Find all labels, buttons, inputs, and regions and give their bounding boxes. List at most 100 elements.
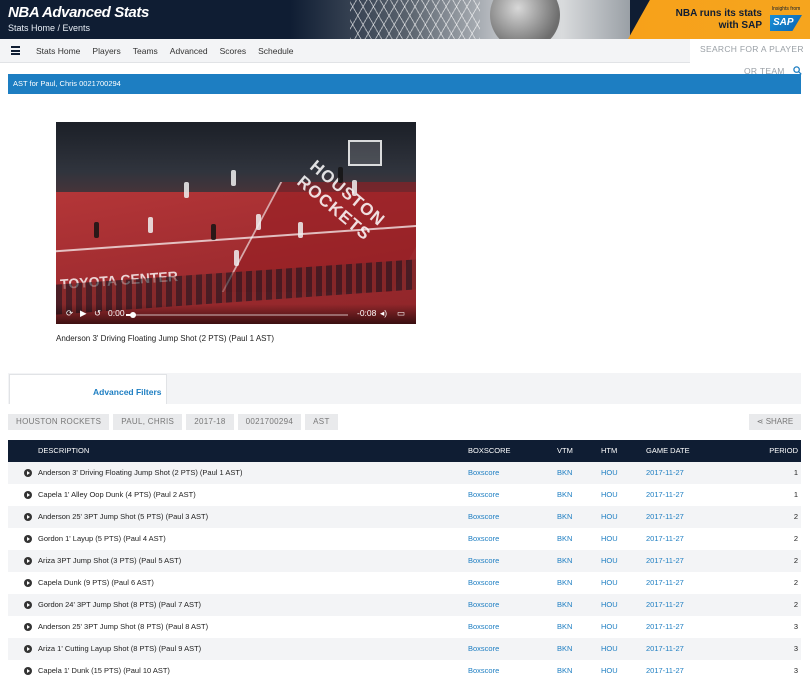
visitor-team-link[interactable]: BKN	[557, 528, 572, 550]
event-description: Anderson 25' 3PT Jump Shot (8 PTS) (Paul…	[38, 622, 209, 631]
home-team-link[interactable]: HOU	[601, 550, 618, 572]
home-team-link[interactable]: HOU	[601, 462, 618, 484]
filter-chip-game-id[interactable]: 0021700294	[237, 414, 302, 430]
hamburger-menu-icon[interactable]	[11, 46, 20, 55]
visitor-team-link[interactable]: BKN	[557, 550, 572, 572]
game-date-link[interactable]: 2017-11-27	[646, 550, 684, 572]
filter-chip-season[interactable]: 2017-18	[186, 414, 234, 430]
site-header: NBA Advanced Stats Stats Home / Events N…	[0, 0, 810, 39]
advanced-filters-tab[interactable]: Advanced Filters	[9, 374, 167, 404]
nav-item-stats-home[interactable]: Stats Home	[30, 39, 86, 63]
header-htm[interactable]: HTM	[601, 440, 617, 462]
nav-item-teams[interactable]: Teams	[127, 39, 164, 63]
share-button[interactable]: ⋖ SHARE	[749, 414, 801, 430]
event-description: Ariza 3PT Jump Shot (3 PTS) (Paul 5 AST)	[38, 556, 182, 565]
header-period[interactable]: PERIOD	[769, 440, 798, 462]
captions-icon[interactable]: ▭	[397, 308, 405, 319]
video-controls: ⟳ ▶ ↺ 0:00 -0:08 ◂) ▭	[56, 304, 416, 324]
visitor-team-link[interactable]: BKN	[557, 616, 572, 638]
event-period: 3	[793, 666, 798, 675]
visitor-team-link[interactable]: BKN	[557, 506, 572, 528]
game-date-link[interactable]: 2017-11-27	[646, 484, 684, 506]
video-frame-player	[211, 224, 216, 240]
filter-chip-player[interactable]: PAUL, CHRIS	[113, 414, 183, 430]
video-frame-player	[148, 217, 153, 233]
header-vtm[interactable]: VTM	[557, 440, 573, 462]
player-search-input[interactable]	[700, 44, 805, 54]
game-date-link[interactable]: 2017-11-27	[646, 594, 684, 616]
play-event-icon[interactable]	[24, 601, 32, 609]
nav-item-players[interactable]: Players	[86, 39, 126, 63]
home-team-link[interactable]: HOU	[601, 528, 618, 550]
visitor-team-link[interactable]: BKN	[557, 638, 572, 660]
game-date-link[interactable]: 2017-11-27	[646, 638, 684, 660]
advanced-filters-label[interactable]: Advanced Filters	[93, 387, 162, 397]
play-event-icon[interactable]	[24, 623, 32, 631]
rewind-icon[interactable]: ↺	[94, 308, 101, 319]
visitor-team-link[interactable]: BKN	[557, 572, 572, 594]
play-event-icon[interactable]	[24, 667, 32, 675]
visitor-team-link[interactable]: BKN	[557, 660, 572, 682]
sap-advertisement[interactable]: NBA runs its stats with SAP Insights fro…	[628, 0, 810, 39]
home-team-link[interactable]: HOU	[601, 484, 618, 506]
boxscore-link[interactable]: Boxscore	[468, 572, 499, 594]
play-event-icon[interactable]	[24, 469, 32, 477]
brand[interactable]: NBA Advanced Stats Stats Home / Events	[8, 4, 149, 34]
play-event-icon[interactable]	[24, 491, 32, 499]
table-row: Capela Dunk (9 PTS) (Paul 6 AST) Boxscore…	[8, 572, 801, 594]
replay-icon[interactable]: ⟳	[66, 308, 73, 319]
visitor-team-link[interactable]: BKN	[557, 484, 572, 506]
video-frame-player	[256, 214, 261, 230]
boxscore-link[interactable]: Boxscore	[468, 616, 499, 638]
boxscore-link[interactable]: Boxscore	[468, 594, 499, 616]
home-team-link[interactable]: HOU	[601, 638, 618, 660]
video-caption: Anderson 3' Driving Floating Jump Shot (…	[56, 334, 275, 343]
boxscore-link[interactable]: Boxscore	[468, 528, 499, 550]
event-period: 2	[793, 512, 798, 521]
play-event-icon[interactable]	[24, 579, 32, 587]
filter-chip-stat[interactable]: AST	[305, 414, 338, 430]
breadcrumb[interactable]: Stats Home / Events	[8, 22, 149, 34]
nav-item-advanced[interactable]: Advanced	[164, 39, 214, 63]
boxscore-link[interactable]: Boxscore	[468, 462, 499, 484]
home-team-link[interactable]: HOU	[601, 594, 618, 616]
play-event-icon[interactable]	[24, 645, 32, 653]
game-date-link[interactable]: 2017-11-27	[646, 462, 684, 484]
visitor-team-link[interactable]: BKN	[557, 594, 572, 616]
table-row: Capela 1' Alley Oop Dunk (4 PTS) (Paul 2…	[8, 484, 801, 506]
video-progress-handle[interactable]	[129, 312, 136, 318]
home-team-link[interactable]: HOU	[601, 506, 618, 528]
video-player[interactable]: HOUSTON ROCKETS TOYOTA CENTER ⟳ ▶ ↺ 0:00…	[56, 122, 416, 324]
boxscore-link[interactable]: Boxscore	[468, 506, 499, 528]
play-event-icon[interactable]	[24, 513, 32, 521]
home-team-link[interactable]: HOU	[601, 660, 618, 682]
boxscore-link[interactable]: Boxscore	[468, 484, 499, 506]
header-boxscore[interactable]: BOXSCORE	[468, 440, 511, 462]
play-event-icon[interactable]	[24, 557, 32, 565]
game-date-link[interactable]: 2017-11-27	[646, 572, 684, 594]
game-date-link[interactable]: 2017-11-27	[646, 660, 684, 682]
boxscore-link[interactable]: Boxscore	[468, 660, 499, 682]
home-team-link[interactable]: HOU	[601, 616, 618, 638]
home-team-link[interactable]: HOU	[601, 572, 618, 594]
visitor-team-link[interactable]: BKN	[557, 462, 572, 484]
player-search-box	[690, 39, 810, 63]
header-game-date[interactable]: GAME DATE	[646, 440, 690, 462]
boxscore-link[interactable]: Boxscore	[468, 638, 499, 660]
nav-item-schedule[interactable]: Schedule	[252, 39, 299, 63]
nav-item-scores[interactable]: Scores	[214, 39, 252, 63]
event-description: Ariza 1' Cutting Layup Shot (8 PTS) (Pau…	[38, 644, 202, 653]
filter-chip-team[interactable]: HOUSTON ROCKETS	[8, 414, 110, 430]
game-date-link[interactable]: 2017-11-27	[646, 506, 684, 528]
volume-icon[interactable]: ◂)	[380, 308, 387, 319]
share-label: SHARE	[765, 417, 794, 426]
play-icon[interactable]: ▶	[80, 308, 87, 319]
page-title: AST for Paul, Chris 0021700294	[8, 74, 801, 94]
boxscore-link[interactable]: Boxscore	[468, 550, 499, 572]
game-date-link[interactable]: 2017-11-27	[646, 528, 684, 550]
header-description[interactable]: DESCRIPTION	[38, 440, 89, 462]
brand-title[interactable]: NBA Advanced Stats	[8, 4, 149, 22]
game-date-link[interactable]: 2017-11-27	[646, 616, 684, 638]
play-event-icon[interactable]	[24, 535, 32, 543]
video-progress-bar[interactable]	[126, 312, 348, 318]
